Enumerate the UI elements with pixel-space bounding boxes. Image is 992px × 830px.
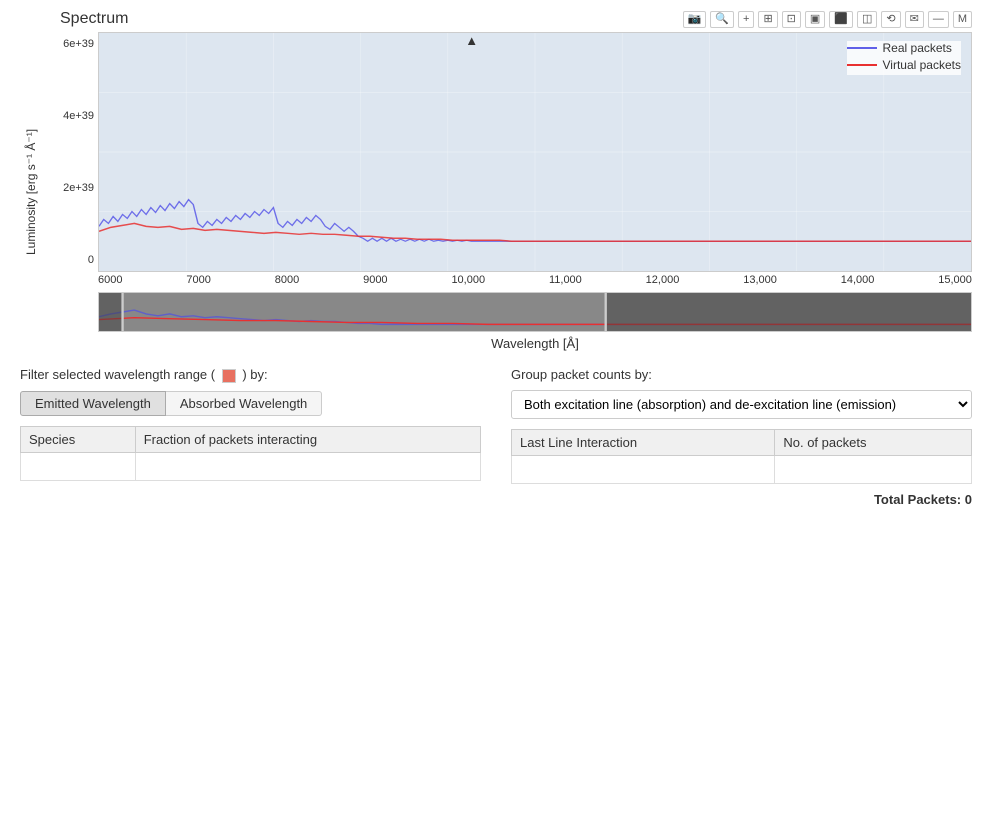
- fraction-col-header: Fraction of packets interacting: [135, 426, 480, 452]
- filter-color-box: [222, 369, 236, 383]
- num-packets-col-header: No. of packets: [775, 430, 972, 456]
- wavelength-filter-group: Emitted Wavelength Absorbed Wavelength: [20, 391, 481, 416]
- packets-table: Last Line Interaction No. of packets: [511, 429, 972, 484]
- y-tick-1: 2e+39: [54, 182, 94, 194]
- total-packets-label: Total Packets:: [874, 492, 961, 507]
- y-tick-2: 4e+39: [54, 110, 94, 122]
- chart-title: Spectrum: [60, 10, 128, 28]
- minimap-svg: [99, 293, 971, 331]
- x-tick-9000: 9000: [363, 274, 387, 286]
- left-controls: Filter selected wavelength range ( ) by:…: [20, 367, 481, 507]
- toolbar-zoom-btn[interactable]: 🔍: [710, 11, 734, 28]
- filter-label: Filter selected wavelength range ( ) by:: [20, 367, 481, 383]
- fraction-empty-cell: [135, 452, 480, 480]
- toolbar-plus-btn[interactable]: +: [738, 11, 754, 28]
- toolbar-camera-btn[interactable]: 📷: [683, 11, 707, 28]
- species-table-body: [21, 452, 481, 480]
- toolbar-box-btn[interactable]: ⊡: [782, 11, 801, 28]
- right-controls: Group packet counts by: Both excitation …: [511, 367, 972, 507]
- chart-legend: Real packets Virtual packets: [847, 41, 962, 75]
- toolbar-m-btn[interactable]: M: [953, 11, 972, 28]
- legend-item-virtual: Virtual packets: [847, 58, 962, 72]
- packets-table-empty-row: [512, 456, 972, 484]
- total-packets-value: 0: [965, 492, 972, 507]
- last-line-col-header: Last Line Interaction: [512, 430, 775, 456]
- last-line-empty-cell: [512, 456, 775, 484]
- packets-table-body: [512, 456, 972, 484]
- toolbar-dash-btn[interactable]: —: [928, 11, 949, 28]
- minimap[interactable]: [98, 292, 972, 332]
- chart-area: Luminosity [erg s⁻¹ Å⁻¹] 0 2e+39 4e+39 6…: [20, 32, 972, 351]
- packets-table-header: Last Line Interaction No. of packets: [512, 430, 972, 456]
- filter-label-end: ) by:: [242, 367, 267, 382]
- species-table-header-row: Species Fraction of packets interacting: [21, 426, 481, 452]
- species-empty-cell: [21, 452, 136, 480]
- x-tick-15000: 15,000: [938, 274, 972, 286]
- chart-svg: [99, 33, 971, 271]
- group-by-select[interactable]: Both excitation line (absorption) and de…: [511, 390, 972, 419]
- legend-line-real: [847, 47, 877, 49]
- packets-header-row: Last Line Interaction No. of packets: [512, 430, 972, 456]
- absorbed-wavelength-tab[interactable]: Absorbed Wavelength: [166, 391, 322, 416]
- main-chart[interactable]: Real packets Virtual packets ▲: [98, 32, 972, 272]
- emitted-wavelength-tab[interactable]: Emitted Wavelength: [20, 391, 166, 416]
- chart-with-yaxis: Luminosity [erg s⁻¹ Å⁻¹] 0 2e+39 4e+39 6…: [20, 32, 972, 351]
- y-tick-area: 0 2e+39 4e+39 6e+39: [50, 32, 98, 272]
- num-packets-empty-cell: [775, 456, 972, 484]
- minimap-wrapper: [50, 292, 972, 332]
- chart-header: Spectrum 📷 🔍 + ⊞ ⊡ ▣ ⬛ ◫ ⟲ ✉ — M: [20, 10, 972, 28]
- chart-plot-area: 0 2e+39 4e+39 6e+39: [50, 32, 972, 351]
- main-container: Spectrum 📷 🔍 + ⊞ ⊡ ▣ ⬛ ◫ ⟲ ✉ — M Luminos…: [0, 0, 992, 517]
- x-axis-ticks: 6000 7000 8000 9000 10,000 11,000 12,000…: [98, 272, 972, 288]
- toolbar-email-btn[interactable]: ✉: [905, 11, 924, 28]
- x-tick-13000: 13,000: [743, 274, 777, 286]
- x-tick-6000: 6000: [98, 274, 122, 286]
- y-axis-label: Luminosity [erg s⁻¹ Å⁻¹]: [20, 32, 50, 351]
- legend-line-virtual: [847, 64, 877, 66]
- toolbar-grid-btn[interactable]: ⊞: [758, 11, 777, 28]
- toolbar: 📷 🔍 + ⊞ ⊡ ▣ ⬛ ◫ ⟲ ✉ — M: [683, 11, 972, 28]
- toolbar-square-btn[interactable]: ⬛: [829, 11, 853, 28]
- x-axis-label: Wavelength [Å]: [50, 336, 972, 351]
- x-tick-10000: 10,000: [451, 274, 485, 286]
- legend-label-virtual: Virtual packets: [883, 58, 962, 72]
- toolbar-arrow-btn[interactable]: ⟲: [881, 11, 900, 28]
- group-by-label: Group packet counts by:: [511, 367, 972, 382]
- controls-row: Filter selected wavelength range ( ) by:…: [20, 367, 972, 507]
- x-tick-8000: 8000: [275, 274, 299, 286]
- species-table-empty-row: [21, 452, 481, 480]
- y-tick-3: 6e+39: [54, 38, 94, 50]
- species-col-header: Species: [21, 426, 136, 452]
- x-tick-12000: 12,000: [646, 274, 680, 286]
- toolbar-rect-btn[interactable]: ▣: [805, 11, 825, 28]
- x-tick-area: 6000 7000 8000 9000 10,000 11,000 12,000…: [50, 272, 972, 288]
- species-table: Species Fraction of packets interacting: [20, 426, 481, 481]
- x-tick-14000: 14,000: [841, 274, 875, 286]
- toolbar-split-btn[interactable]: ◫: [857, 11, 877, 28]
- species-table-header: Species Fraction of packets interacting: [21, 426, 481, 452]
- legend-label-real: Real packets: [883, 41, 952, 55]
- total-packets-row: Total Packets: 0: [511, 492, 972, 507]
- x-tick-7000: 7000: [186, 274, 210, 286]
- y-tick-0: 0: [54, 254, 94, 266]
- x-tick-11000: 11,000: [549, 274, 582, 286]
- filter-label-text: Filter selected wavelength range (: [20, 367, 215, 382]
- legend-item-real: Real packets: [847, 41, 962, 55]
